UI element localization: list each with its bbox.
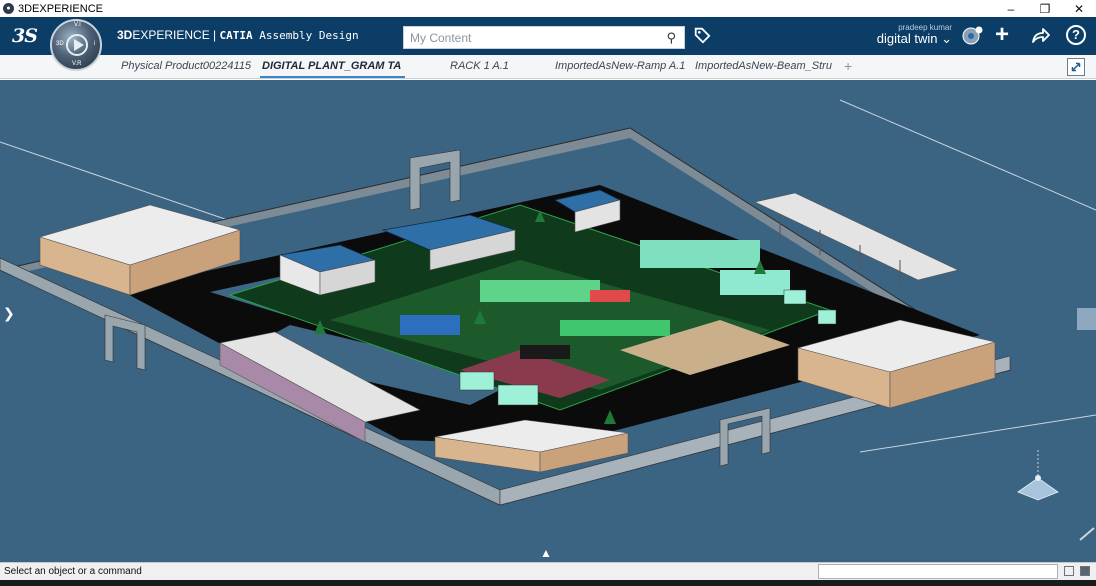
app-brand: 3DEXPERIENCE | CATIA Assembly Design — [117, 28, 359, 42]
feedback-icon[interactable] — [1080, 566, 1090, 576]
plus-icon[interactable]: + — [995, 23, 1009, 47]
3d-viewport[interactable]: ❯ ▲ — [0, 80, 1096, 562]
help-icon[interactable]: ? — [1066, 25, 1086, 45]
crate[interactable] — [783, 289, 807, 305]
command-field[interactable] — [818, 564, 1058, 579]
share-icon[interactable] — [1030, 26, 1050, 46]
ds-logo[interactable]: 3S — [12, 25, 38, 47]
selection-filter-icon[interactable] — [1064, 566, 1074, 576]
machine-dark[interactable] — [520, 345, 570, 359]
crate[interactable] — [459, 371, 495, 391]
window-title: 3DEXPERIENCE — [18, 2, 103, 15]
machine-red[interactable] — [590, 290, 630, 302]
tab-beam[interactable]: ImportedAsNew-Beam_Stru — [695, 60, 832, 72]
search-input[interactable] — [404, 27, 649, 48]
compass-label-left: 3D — [56, 41, 64, 47]
search-box[interactable]: ⚲ — [403, 26, 685, 49]
restore-button[interactable]: ❐ — [1028, 0, 1062, 17]
status-message: Select an object or a command — [4, 566, 142, 577]
close-button[interactable]: ✕ — [1062, 0, 1096, 17]
compass-label-right: i — [94, 41, 96, 47]
view-orientation-indicator[interactable] — [1017, 450, 1059, 501]
window-titlebar: ● 3DEXPERIENCE – ❐ ✕ — [0, 0, 1096, 17]
tab-rack[interactable]: RACK 1 A.1 — [450, 60, 509, 72]
right-panel-handle[interactable] — [1077, 308, 1096, 330]
minimize-button[interactable]: – — [994, 0, 1028, 17]
machine-row[interactable] — [560, 320, 670, 336]
app-icon: ● — [3, 3, 14, 14]
plant-model-scene[interactable] — [0, 80, 1096, 562]
machine-row[interactable] — [480, 280, 600, 302]
taskbar-strip — [0, 580, 1096, 586]
command-input[interactable] — [819, 565, 1057, 578]
brand-experience: EXPERIENCE | — [132, 28, 220, 42]
gate-left[interactable] — [104, 314, 146, 371]
fullscreen-icon[interactable] — [1067, 58, 1085, 76]
tab-ramp[interactable]: ImportedAsNew-Ramp A.1 — [555, 60, 685, 72]
status-bar: Select an object or a command — [0, 562, 1096, 580]
compass-icon[interactable]: V.I 3D i V.R — [50, 19, 102, 71]
user-menu[interactable]: pradeep kumar digital twin ⌄ — [860, 23, 952, 47]
add-tab-button[interactable]: + — [844, 58, 852, 74]
expand-left-panel-icon[interactable]: ❯ — [3, 305, 15, 322]
scene-reference-line — [859, 414, 1096, 453]
search-icon[interactable]: ⚲ — [666, 30, 676, 46]
brand-module: Assembly Design — [252, 29, 359, 42]
compass-label-bottom: V.R — [72, 61, 82, 67]
compass-app-icon[interactable] — [962, 26, 984, 46]
document-tabs: Physical Product00224115 DIGITAL PLANT_G… — [0, 55, 1096, 79]
compass-label-top: V.I — [74, 22, 81, 28]
app-topbar: 3S V.I 3D i V.R 3DEXPERIENCE | CATIA Ass… — [0, 17, 1096, 71]
tab-physical-product[interactable]: Physical Product00224115 — [121, 60, 251, 72]
context-label: digital twin — [876, 31, 938, 46]
machine-blue[interactable] — [400, 315, 460, 335]
tab-digital-plant[interactable]: DIGITAL PLANT_GRAM TA — [259, 60, 406, 78]
brand-app: CATIA — [219, 29, 253, 42]
brand-3d: 3D — [117, 28, 133, 42]
machine-row[interactable] — [640, 240, 760, 268]
tag-icon[interactable] — [693, 26, 711, 44]
crate[interactable] — [817, 309, 837, 325]
scene-reference-line — [839, 99, 1096, 211]
context-selector[interactable]: digital twin ⌄ — [860, 31, 952, 47]
resize-grip[interactable] — [1079, 527, 1095, 541]
expand-action-bar-icon[interactable]: ▲ — [540, 546, 552, 560]
crate[interactable] — [497, 384, 539, 406]
play-icon[interactable] — [66, 34, 88, 56]
chevron-down-icon: ⌄ — [941, 31, 952, 46]
